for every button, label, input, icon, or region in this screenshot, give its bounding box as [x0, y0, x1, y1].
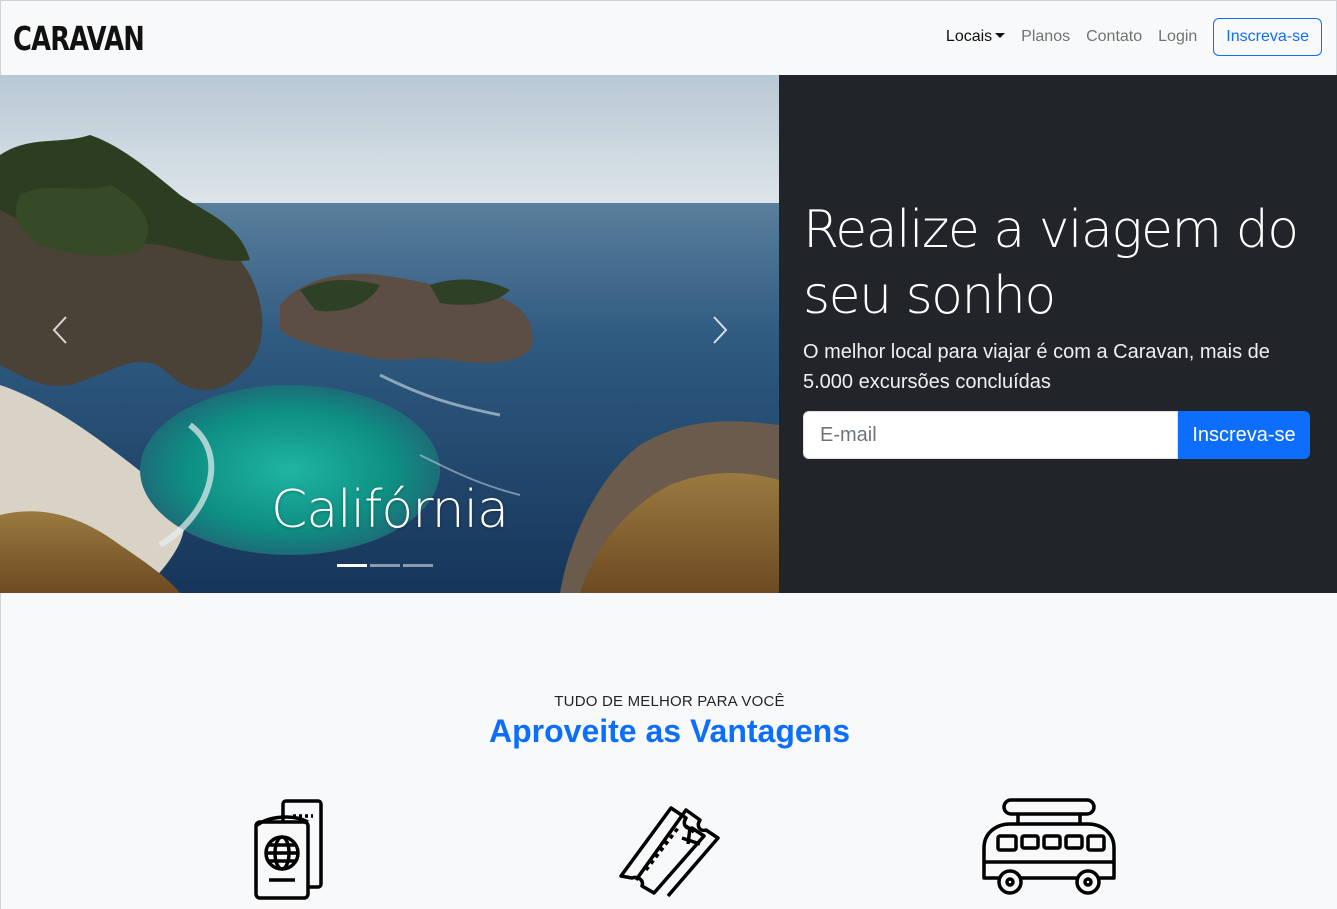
features-eyebrow: TUDO DE MELHOR PARA VOCÊ	[554, 693, 785, 710]
plane-tickets-icon	[619, 806, 720, 898]
nav-login[interactable]: Login	[1158, 18, 1197, 56]
nav-signup-button[interactable]: Inscreva-se	[1213, 18, 1322, 56]
nav-menu: Locais Planos Contato Login Inscreva-se	[946, 18, 1322, 56]
carousel-next-icon[interactable]	[710, 315, 730, 345]
navbar: CARAVAN Locais Planos Contato Login Insc…	[0, 0, 1337, 75]
hero-signup-button[interactable]: Inscreva-se	[1178, 411, 1310, 459]
carousel-indicator-3[interactable]	[403, 564, 433, 567]
email-input[interactable]	[803, 411, 1178, 459]
passport-icon	[254, 799, 323, 900]
carousel-caption: Califórnia	[271, 480, 509, 540]
nav-locais-dropdown[interactable]: Locais	[945, 18, 1006, 56]
features-section: TUDO DE MELHOR PARA VOCÊ Aproveite as Va…	[0, 593, 1337, 909]
hero-panel: Realize a viagem do seu sonho O melhor l…	[779, 75, 1337, 593]
van-icon	[982, 798, 1116, 895]
features-title: Aproveite as Vantagens	[488, 713, 851, 749]
hero-subtitle: O melhor local para viajar é com a Carav…	[803, 341, 1270, 393]
nav-contato[interactable]: Contato	[1086, 18, 1142, 56]
dropdown-caret-icon	[995, 33, 1006, 38]
nav-locais-label: Locais	[945, 28, 993, 45]
carousel-indicator-2[interactable]	[370, 564, 400, 567]
carousel-indicators	[337, 564, 433, 567]
carousel-indicator-1[interactable]	[337, 564, 367, 567]
nav-planos[interactable]: Planos	[1021, 18, 1070, 56]
signup-form: Inscreva-se	[803, 411, 1310, 459]
carousel-prev-icon[interactable]	[50, 315, 70, 345]
brand-logo[interactable]: CARAVAN	[13, 19, 145, 59]
hero-title: Realize a viagem do seu sonho	[803, 200, 1299, 326]
carousel: Califórnia	[0, 75, 779, 593]
hero-section: Califórnia Realize a viagem do seu sonho…	[0, 75, 1337, 593]
